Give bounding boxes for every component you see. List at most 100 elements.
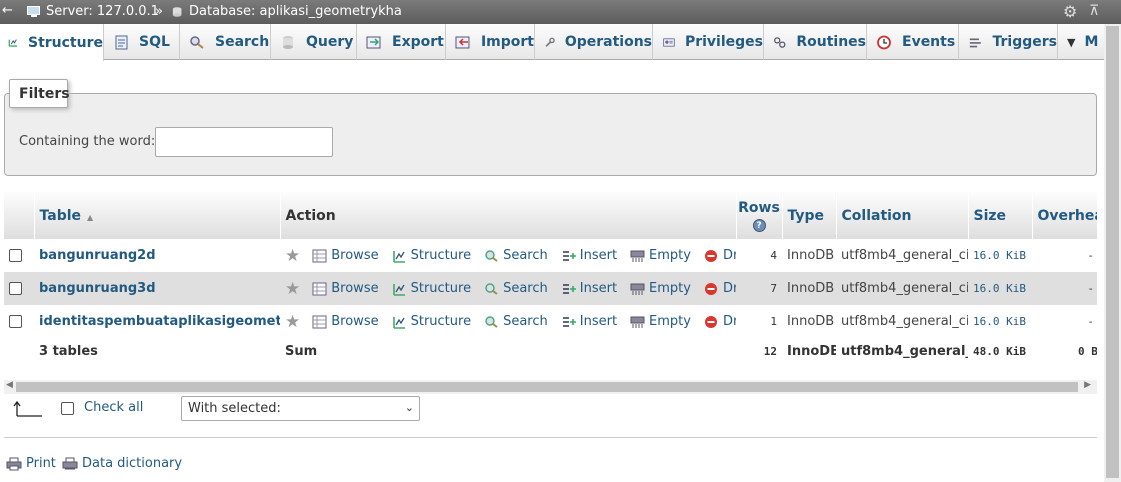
row-overhead: - [1032,239,1097,272]
action-structure[interactable]: Structure [392,281,471,296]
triggers-icon [969,37,981,47]
tab-query[interactable]: Query [272,24,357,60]
tab-export[interactable]: Export [358,24,446,60]
data-dictionary-icon [62,457,78,469]
row-size[interactable]: 16.0 KiB [968,272,1032,305]
tab-triggers[interactable]: Triggers [960,24,1058,60]
row-size[interactable]: 16.0 KiB [968,239,1032,272]
tab-triggers-label: Triggers [992,34,1058,50]
server-icon [27,5,40,17]
breadcrumb-separator: » [155,4,163,19]
action-insert[interactable]: Insert [561,281,617,296]
row-size[interactable]: 16.0 KiB [968,305,1032,338]
routines-icon [774,36,786,48]
data-dictionary-link[interactable]: Data dictionary [62,456,182,471]
action-structure-label: Structure [410,248,472,263]
tab-structure[interactable]: Structure [0,24,104,61]
action-drop[interactable]: Drop [704,314,736,329]
header-overhead[interactable]: Overhead [1032,192,1097,239]
summary-rows: 12 [736,338,782,364]
action-empty[interactable]: Empty [630,314,691,329]
breadcrumb-database[interactable]: Database: aplikasi_geometrykha [172,4,402,19]
row-actions: ★ Browse Structure Search Insert Empty Drop [285,246,736,266]
favorite-star-icon[interactable]: ★ [285,279,300,299]
print-label: Print [26,456,56,471]
row-actions: ★ Browse Structure Search Insert Empty Drop [285,312,736,332]
header-table[interactable]: Table ▲ [34,192,281,239]
action-structure-label: Structure [410,281,472,296]
vertical-scroll-thumb[interactable] [1106,26,1119,478]
query-icon [283,35,293,49]
horizontal-scroll-thumb[interactable] [16,382,1078,392]
action-search-label: Search [503,314,548,329]
empty-icon [630,250,645,262]
action-search[interactable]: Search [484,281,548,296]
tab-routines[interactable]: Routines [765,24,867,60]
header-type[interactable]: Type [782,192,837,239]
row-collation: utf8mb4_general_ci [836,239,968,272]
privileges-icon [663,37,675,47]
table-row: bangunruang3d ★ Browse Structure Search Inser… [4,272,1097,305]
tables-list: Table ▲ Action Rows ? Type Collation Size… [4,192,1097,368]
header-rows[interactable]: Rows ? [736,192,783,239]
favorite-star-icon[interactable]: ★ [285,312,300,332]
row-type: InnoDB [782,272,836,305]
tab-events[interactable]: Events [868,24,959,60]
action-browse[interactable]: Browse [312,314,379,329]
action-structure[interactable]: Structure [392,248,471,263]
header-size[interactable]: Size [968,192,1033,239]
action-drop[interactable]: Drop [704,281,736,296]
filter-text-input[interactable] [155,127,333,157]
tab-import[interactable]: Import [447,24,535,60]
vertical-scrollbar[interactable] [1104,24,1121,482]
check-all-checkbox[interactable] [61,402,74,415]
back-arrow-icon[interactable]: ← [2,3,13,18]
header-table-label: Table [39,207,82,224]
data-dictionary-label: Data dictionary [82,456,183,471]
table-row: bangunruang2d ★ Browse Structure Search Inser… [4,239,1097,272]
action-empty-label: Empty [649,281,691,296]
search-icon [485,282,498,295]
row-checkbox[interactable] [9,249,22,262]
scroll-right-icon[interactable]: ▶ [1084,380,1091,390]
action-search[interactable]: Search [484,314,548,329]
table-name-link[interactable]: bangunruang2d [39,248,156,263]
row-checkbox[interactable] [9,315,22,328]
tab-privileges[interactable]: Privileges [654,24,764,60]
action-insert[interactable]: Insert [561,248,617,263]
check-all-label[interactable]: Check all [84,400,143,415]
row-count: 1 [736,305,782,338]
insert-icon [562,283,576,294]
favorite-star-icon[interactable]: ★ [285,246,300,266]
action-structure[interactable]: Structure [392,314,471,329]
table-name-link[interactable]: bangunruang3d [39,281,156,296]
action-drop[interactable]: Drop [704,248,736,263]
breadcrumb-server[interactable]: Server: 127.0.0.1 [27,4,159,19]
table-header-row: Table ▲ Action Rows ? Type Collation Size… [4,192,1097,239]
action-empty[interactable]: Empty [630,281,691,296]
action-empty[interactable]: Empty [630,248,691,263]
collapse-icon[interactable]: ⊼ [1089,3,1099,19]
help-icon[interactable]: ? [752,218,766,232]
action-insert[interactable]: Insert [561,314,617,329]
horizontal-scrollbar[interactable]: ◀ ▶ [4,380,1097,394]
row-actions: ★ Browse Structure Search Insert Empty Drop [285,279,736,299]
action-structure-label: Structure [410,314,472,329]
tab-sql[interactable]: SQL [105,24,180,60]
row-checkbox[interactable] [9,282,22,295]
print-link[interactable]: Print [6,456,56,471]
with-selected-dropdown[interactable]: With selected: ⌄ [181,396,420,421]
tab-operations[interactable]: Operations [536,24,653,60]
summary-size: 48.0 KiB [968,338,1032,364]
drop-icon [704,282,717,295]
browse-icon [312,249,327,262]
header-collation[interactable]: Collation [836,192,969,239]
action-browse[interactable]: Browse [312,248,379,263]
action-search[interactable]: Search [484,248,548,263]
action-browse[interactable]: Browse [312,281,379,296]
scroll-left-icon[interactable]: ◀ [6,380,13,390]
structure-icon [392,283,405,296]
gear-icon[interactable]: ⚙ [1063,2,1077,21]
table-name-link[interactable]: identitaspembuataplikasigeometrykha [39,314,280,329]
tab-search[interactable]: Search [181,24,271,60]
